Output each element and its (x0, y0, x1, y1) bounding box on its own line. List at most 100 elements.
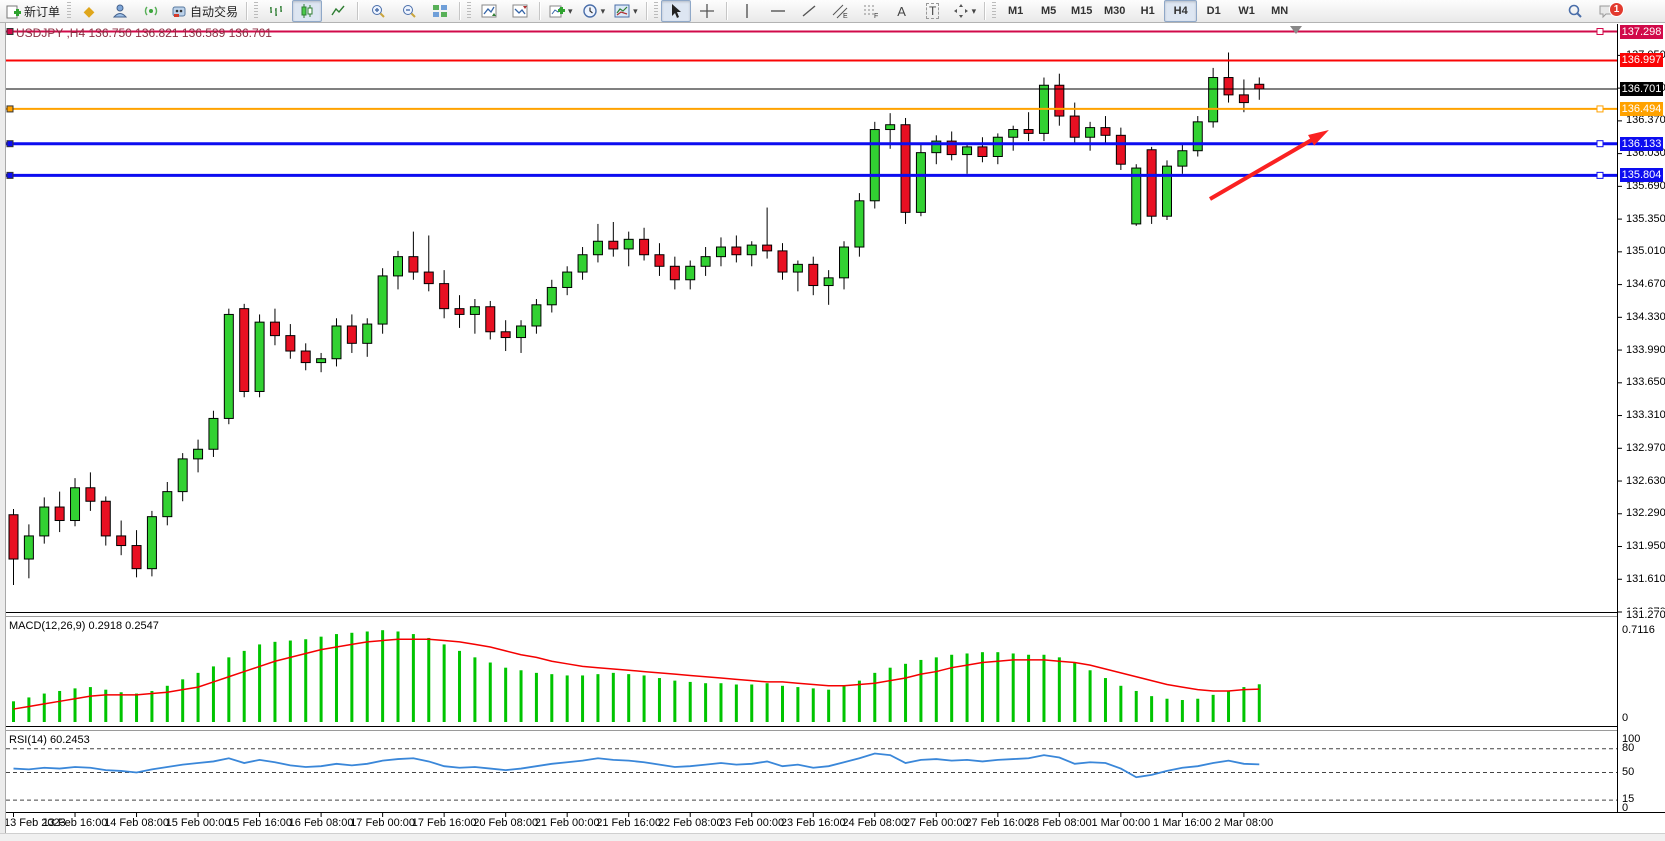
candle-body (1070, 116, 1079, 137)
time-axis-label: 15 Feb 16:00 (227, 817, 292, 829)
new-order-button[interactable]: 新订单 (2, 0, 64, 22)
macd-label: MACD(12,26,9) 0.2918 0.2547 (9, 620, 159, 632)
toolbar-grip[interactable] (67, 2, 71, 20)
fibonacci-tool[interactable]: F (856, 0, 886, 22)
candle-body (978, 147, 987, 157)
tile-windows-button[interactable] (425, 0, 455, 22)
templates-button[interactable]: ▾ (610, 0, 642, 22)
price-badge-136.494: 136.494 (1620, 102, 1663, 116)
candle-body (178, 459, 187, 492)
search-button[interactable] (1560, 0, 1590, 22)
candlestick-icon (299, 3, 315, 19)
template-chart-icon (614, 3, 630, 19)
chart-shift-marker[interactable] (1290, 26, 1302, 34)
candle-body (147, 517, 156, 569)
crosshair-icon (699, 3, 715, 19)
toolbar-grip[interactable] (654, 2, 658, 20)
candle-body (501, 332, 510, 338)
indicator-window-button[interactable] (505, 0, 535, 22)
candle-body (609, 241, 618, 249)
time-axis-label: 17 Feb 16:00 (412, 817, 477, 829)
candle-body (916, 153, 925, 213)
candle-body (332, 326, 341, 359)
line-handle-right[interactable] (1597, 106, 1603, 112)
profile-button[interactable] (105, 0, 135, 22)
channel-tool[interactable]: E (825, 0, 855, 22)
candle-body (470, 307, 479, 315)
line-chart-button[interactable] (323, 0, 353, 22)
text-label-tool[interactable]: T (918, 0, 948, 22)
timeframe-mn[interactable]: MN (1263, 0, 1296, 22)
rsi-line (14, 754, 1260, 778)
zoom-out-button[interactable] (394, 0, 424, 22)
crosshair-button[interactable] (692, 0, 722, 22)
time-axis-label: 16 Feb 08:00 (289, 817, 354, 829)
chevron-down-icon: ▾ (568, 6, 573, 17)
line-chart-icon (330, 3, 346, 19)
toolbar-grip[interactable] (254, 2, 258, 20)
timeframe-d1[interactable]: D1 (1197, 0, 1230, 22)
candle-body (40, 507, 49, 536)
vertical-line-tool[interactable] (732, 0, 762, 22)
line-handle-left[interactable] (7, 172, 13, 178)
candle-body (1163, 166, 1172, 216)
line-handle-right[interactable] (1597, 172, 1603, 178)
candle-body (578, 255, 587, 272)
candle-body (901, 125, 910, 213)
timeframe-w1[interactable]: W1 (1230, 0, 1263, 22)
timeframe-m15[interactable]: M15 (1065, 0, 1098, 22)
horizontal-line-tool[interactable] (763, 0, 793, 22)
candle-body (809, 264, 818, 285)
trendline-tool[interactable] (794, 0, 824, 22)
candle-body (1116, 135, 1125, 164)
candle-body (240, 309, 249, 392)
bar-chart-button[interactable] (261, 0, 291, 22)
text-tool[interactable]: A (887, 0, 917, 22)
candle-body (1193, 122, 1202, 151)
timeframe-h4[interactable]: H4 (1164, 0, 1197, 22)
periods-button[interactable]: ▾ (578, 0, 610, 22)
line-handle-left[interactable] (7, 29, 13, 35)
candle-body (870, 130, 879, 201)
arrows-tool[interactable]: ▾ (949, 0, 981, 22)
candlesticks[interactable] (9, 52, 1264, 585)
candle-body (624, 239, 633, 249)
timeframe-m30[interactable]: M30 (1098, 0, 1131, 22)
candle-body (532, 305, 541, 326)
notifications-button[interactable]: 1 (1591, 0, 1621, 22)
indicator-list-button[interactable] (474, 0, 504, 22)
line-handle-left[interactable] (7, 141, 13, 147)
line-handle-right[interactable] (1597, 141, 1603, 147)
candle-body (1255, 84, 1264, 89)
line-handle-left[interactable] (7, 106, 13, 112)
signal-button[interactable] (136, 0, 166, 22)
candle-body (24, 536, 33, 559)
candle-chart-button[interactable] (292, 0, 322, 22)
notification-badge: 1 (1609, 2, 1624, 17)
candle-body (640, 239, 649, 254)
price-tick-label: 131.610 (1626, 573, 1665, 585)
zoom-in-button[interactable] (363, 0, 393, 22)
rsi-label: RSI(14) 60.2453 (9, 734, 90, 746)
chevron-down-icon: ▾ (972, 6, 977, 17)
toolbar-grip[interactable] (467, 2, 471, 20)
time-axis-label: 2 Mar 08:00 (1215, 817, 1274, 829)
timeframe-h1[interactable]: H1 (1131, 0, 1164, 22)
chart-canvas[interactable] (0, 0, 1665, 840)
cursor-button[interactable] (661, 0, 691, 22)
candle-body (317, 359, 326, 363)
candle-body (824, 278, 833, 286)
candle-body (563, 272, 572, 287)
line-handle-right[interactable] (1597, 29, 1603, 35)
charts-button[interactable]: ◆ (74, 0, 104, 22)
toolbar-grip[interactable] (992, 2, 996, 20)
fibonacci-icon: F (862, 3, 880, 19)
candle-body (286, 336, 295, 351)
rsi-scale-80: 80 (1622, 742, 1634, 754)
candle-body (1055, 85, 1064, 116)
timeframe-m5[interactable]: M5 (1032, 0, 1065, 22)
add-indicator-button[interactable]: ▾ (545, 0, 577, 22)
macd-scale-min: 0 (1622, 712, 1628, 724)
auto-trading-button[interactable]: 自动交易 (167, 0, 242, 22)
timeframe-m1[interactable]: M1 (999, 0, 1032, 22)
